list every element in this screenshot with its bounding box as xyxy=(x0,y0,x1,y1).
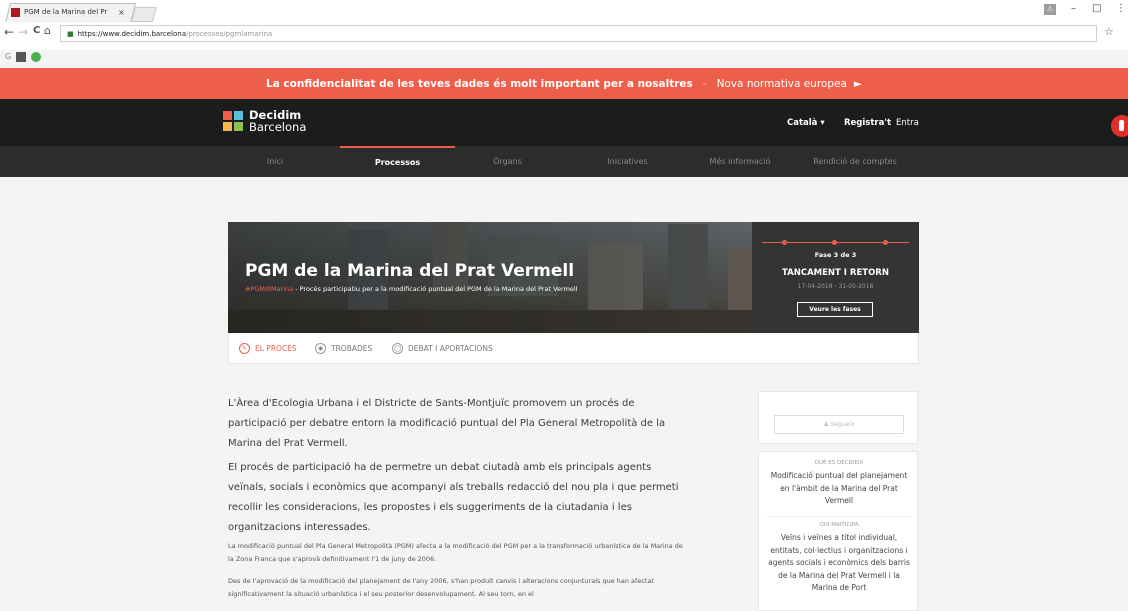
privacy-banner: La confidencialitat de les teves dades é… xyxy=(0,68,1128,99)
meta-divider xyxy=(767,516,911,517)
meetings-icon: ◉ xyxy=(315,343,326,354)
logo-line-2: Barcelona xyxy=(249,120,307,134)
main-menu: Inici Processos Òrgans Iniciatives Més i… xyxy=(0,146,1128,177)
extension-google-icon[interactable]: G xyxy=(5,52,11,62)
url-host: https://www.decidim.barcelona xyxy=(77,29,187,38)
menu-item-mes-informacio[interactable]: Més informació xyxy=(695,146,785,177)
process-subtitle: #PGMdlMarina - Procés participatiu per a… xyxy=(245,285,578,293)
process-title: PGM de la Marina del Prat Vermell xyxy=(245,261,575,281)
privacy-link[interactable]: Nova normativa europea xyxy=(717,78,847,90)
phase-dates: 17-04-2018 - 31-05-2018 xyxy=(797,283,874,290)
site-favicon-icon xyxy=(11,7,20,17)
menu-item-organs[interactable]: Òrgans xyxy=(470,146,545,177)
tab-label: DEBAT I APORTACIONS xyxy=(408,344,493,353)
tab-el-proces[interactable]: ✎ EL PROCÉS xyxy=(239,343,297,354)
phase-dot-1 xyxy=(782,240,787,245)
who-heading: QUI PARTICIPA xyxy=(819,522,859,528)
language-select[interactable]: Català ▾ xyxy=(787,118,825,128)
body-paragraph-3: La modificació puntual del Pla General M… xyxy=(228,542,683,563)
body-paragraph-4: Des de l'aprovació de la modificació del… xyxy=(228,577,654,598)
bookmark-star-icon[interactable]: ☆ xyxy=(1104,25,1114,38)
profile-icon[interactable]: ⚠ xyxy=(1044,4,1056,15)
forward-icon[interactable]: → xyxy=(18,25,28,39)
follow-button[interactable]: ♟ Segueix xyxy=(774,415,904,434)
close-tab-icon[interactable]: × xyxy=(118,8,125,17)
site-header: Decidim Barcelona Català ▾ Registra't · … xyxy=(0,99,1128,146)
what-text: Modificació puntual del planejament en l… xyxy=(770,471,908,505)
phase-count: Fase 3 de 3 xyxy=(814,251,857,259)
barcelona-badge-icon[interactable] xyxy=(1111,115,1128,137)
browser-tab-content[interactable]: PGM de la Marina del Pr × xyxy=(11,4,129,20)
arrow-right-icon[interactable]: ► xyxy=(854,78,862,90)
login-link[interactable]: Entra xyxy=(896,118,919,128)
maximize-icon[interactable]: □ xyxy=(1092,3,1101,14)
minimize-icon[interactable]: – xyxy=(1071,3,1076,14)
register-link[interactable]: Registra't xyxy=(844,118,891,128)
back-icon[interactable]: ← xyxy=(4,25,14,39)
body-paragraph-1: L'Àrea d'Ecologia Urbana i el Districte … xyxy=(228,398,666,449)
phase-dot-2 xyxy=(832,240,837,245)
tab-trobades[interactable]: ◉ TROBADES xyxy=(315,343,372,354)
reload-icon[interactable]: C xyxy=(33,25,40,36)
decidim-logo-icon xyxy=(223,111,243,131)
process-metadata-card: QUÈ ES DECIDEIX Modificació puntual del … xyxy=(758,451,918,611)
more-icon[interactable]: ⋮ xyxy=(1116,3,1126,14)
what-heading: QUÈ ES DECIDEIX xyxy=(814,460,864,466)
extension-green-icon[interactable] xyxy=(31,52,41,62)
address-bar[interactable]: ■ https://www.decidim.barcelona/processe… xyxy=(60,25,1097,42)
header-separator: · xyxy=(889,118,892,128)
tab-debat-i-aportacions[interactable]: ◯ DEBAT I APORTACIONS xyxy=(392,343,493,354)
who-text: Veïns i veïnes a títol individual, entit… xyxy=(768,533,910,592)
privacy-message: La confidencialitat de les teves dades é… xyxy=(266,77,693,90)
menu-item-inici[interactable]: Inici xyxy=(245,146,305,177)
privacy-separator: - xyxy=(702,77,707,90)
tab-label: TROBADES xyxy=(331,344,373,353)
tab-label: EL PROCÉS xyxy=(255,344,297,353)
body-paragraph-2: El procés de participació ha de permetre… xyxy=(228,462,679,533)
view-phases-button[interactable]: Veure les fases xyxy=(797,302,873,317)
menu-item-processos[interactable]: Processos xyxy=(340,146,455,179)
site-logo[interactable]: Decidim Barcelona xyxy=(223,109,306,133)
debates-icon: ◯ xyxy=(392,343,403,354)
home-icon[interactable]: ⌂ xyxy=(44,24,51,37)
process-icon: ✎ xyxy=(239,343,250,354)
browser-tab-title: PGM de la Marina del Pr xyxy=(24,8,108,16)
menu-item-iniciatives[interactable]: Iniciatives xyxy=(585,146,670,177)
browser-toolbar: ← → C ⌂ ■ https://www.decidim.barcelona/… xyxy=(0,22,1128,50)
follow-card: ♟ Segueix xyxy=(758,391,918,444)
process-subtitle-text: Procés participatiu per a la modificació… xyxy=(299,285,578,293)
extension-grid-icon[interactable] xyxy=(16,52,26,62)
url-text: https://www.decidim.barcelona/processes/… xyxy=(78,30,273,38)
url-path: /processes/pgmlamarina xyxy=(186,29,273,38)
browser-tabstrip: PGM de la Marina del Pr × ⚠ – □ ⋮ xyxy=(0,0,1128,23)
phase-dot-3 xyxy=(883,240,888,245)
process-tabs: ✎ EL PROCÉS ◉ TROBADES ◯ DEBAT I APORTAC… xyxy=(228,333,919,364)
phase-box: Fase 3 de 3 TANCAMENT I RETORN 17-04-201… xyxy=(752,222,919,333)
new-tab-button[interactable] xyxy=(131,7,157,22)
process-hashtag[interactable]: #PGMdlMarina xyxy=(245,285,293,293)
phase-name: TANCAMENT I RETORN xyxy=(782,268,889,278)
menu-item-rendicio-de-comptes[interactable]: Rendició de comptes xyxy=(800,146,910,177)
lock-icon: ■ xyxy=(67,29,74,38)
